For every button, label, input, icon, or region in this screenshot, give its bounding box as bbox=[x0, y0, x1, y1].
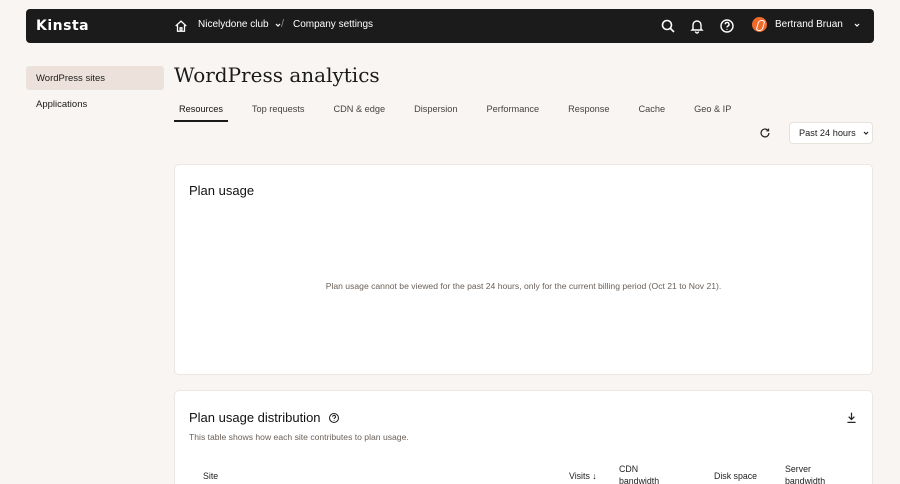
tab-response[interactable]: Response bbox=[563, 104, 614, 122]
tab-cdn-edge[interactable]: CDN & edge bbox=[329, 104, 391, 122]
tab-performance[interactable]: Performance bbox=[482, 104, 545, 122]
distribution-subtitle: This table shows how each site contribut… bbox=[189, 432, 409, 442]
bell-icon[interactable] bbox=[689, 18, 705, 34]
help-icon[interactable] bbox=[719, 18, 735, 34]
distribution-title-text: Plan usage distribution bbox=[189, 410, 321, 425]
kinsta-logo[interactable]: Kinsta bbox=[36, 18, 89, 34]
download-icon[interactable] bbox=[845, 411, 858, 424]
plan-usage-message: Plan usage cannot be viewed for the past… bbox=[325, 281, 722, 291]
tab-geo-ip[interactable]: Geo & IP bbox=[689, 104, 736, 122]
top-bar: Kinsta Nicelydone club / Company setting… bbox=[26, 9, 874, 43]
analytics-tabs: Resources Top requests CDN & edge Disper… bbox=[174, 104, 736, 122]
tab-resources[interactable]: Resources bbox=[174, 104, 228, 122]
chevron-down-icon bbox=[854, 23, 860, 27]
distribution-title: Plan usage distribution bbox=[189, 410, 340, 425]
breadcrumb-separator: / bbox=[281, 18, 285, 30]
company-name: Nicelydone club bbox=[198, 19, 269, 30]
refresh-icon[interactable] bbox=[758, 126, 772, 140]
company-switcher[interactable]: Nicelydone club bbox=[198, 19, 282, 30]
page-title: WordPress analytics bbox=[174, 63, 380, 87]
breadcrumb-company-settings[interactable]: Company settings bbox=[293, 19, 373, 30]
sidebar: WordPress sites Applications bbox=[26, 66, 164, 118]
help-icon[interactable] bbox=[328, 412, 340, 424]
sidebar-item-label: Applications bbox=[36, 98, 88, 110]
tab-top-requests[interactable]: Top requests bbox=[247, 104, 310, 122]
column-header-site[interactable]: Site bbox=[203, 470, 218, 482]
home-icon[interactable] bbox=[174, 19, 188, 33]
time-range-label: Past 24 hours bbox=[799, 128, 856, 138]
column-header-cdn-bandwidth[interactable]: CDN bandwidth bbox=[619, 463, 659, 484]
sidebar-item-applications[interactable]: Applications bbox=[26, 92, 164, 116]
tab-dispersion[interactable]: Dispersion bbox=[409, 104, 462, 122]
sidebar-item-label: WordPress sites bbox=[36, 72, 105, 84]
user-menu[interactable]: Bertrand Bruan bbox=[752, 17, 861, 32]
tab-cache[interactable]: Cache bbox=[634, 104, 671, 122]
user-name: Bertrand Bruan bbox=[775, 19, 843, 30]
plan-usage-title: Plan usage bbox=[189, 183, 255, 198]
chevron-down-icon bbox=[863, 131, 869, 135]
avatar bbox=[752, 17, 767, 32]
column-header-disk-space[interactable]: Disk space bbox=[714, 470, 757, 482]
sidebar-item-wordpress-sites[interactable]: WordPress sites bbox=[26, 66, 164, 90]
plan-usage-card: Plan usage Plan usage cannot be viewed f… bbox=[174, 164, 873, 375]
column-header-visits[interactable]: Visits ↓ bbox=[569, 470, 597, 482]
time-range-select[interactable]: Past 24 hours bbox=[789, 122, 873, 144]
column-header-server-bandwidth[interactable]: Server bandwidth bbox=[785, 463, 825, 484]
search-icon[interactable] bbox=[660, 18, 676, 34]
plan-usage-distribution-card: Plan usage distribution This table shows… bbox=[174, 390, 873, 484]
